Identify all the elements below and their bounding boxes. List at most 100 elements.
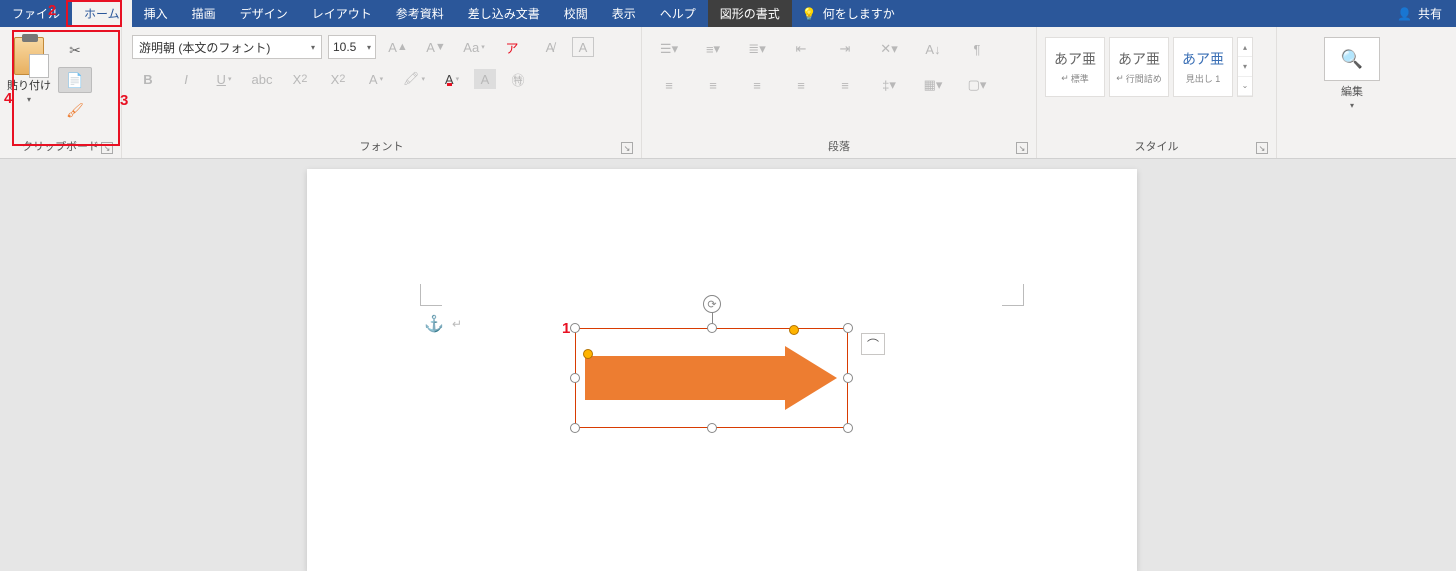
tab-review[interactable]: 校閲 bbox=[552, 0, 600, 27]
document-area: ⚓ ↵ ⟳ ⌒ bbox=[0, 159, 1456, 571]
tab-help[interactable]: ヘルプ bbox=[648, 0, 708, 27]
tab-draw[interactable]: 描画 bbox=[180, 0, 228, 27]
tell-me-search[interactable]: 💡 何をしますか bbox=[792, 0, 905, 27]
font-size-value: 10.5 bbox=[333, 40, 356, 54]
resize-handle-e[interactable] bbox=[843, 373, 853, 383]
resize-handle-n[interactable] bbox=[707, 323, 717, 333]
sort-button[interactable]: A↓ bbox=[916, 37, 950, 61]
subscript-button[interactable]: X2 bbox=[284, 67, 316, 91]
layout-options-icon: ⌒ bbox=[867, 336, 879, 353]
borders-button[interactable]: ▢▾ bbox=[960, 73, 994, 97]
tab-insert[interactable]: 挿入 bbox=[132, 0, 180, 27]
adjust-handle-2[interactable] bbox=[789, 325, 799, 335]
rotate-handle[interactable]: ⟳ bbox=[703, 295, 721, 313]
page[interactable]: ⚓ ↵ ⟳ ⌒ bbox=[307, 169, 1137, 571]
margin-corner-top-right bbox=[1002, 284, 1024, 306]
shading-button[interactable]: ▦▾ bbox=[916, 73, 950, 97]
bold-button[interactable]: B bbox=[132, 67, 164, 91]
copy-icon: 📄 bbox=[66, 72, 83, 89]
font-dialog-launcher[interactable]: ↘ bbox=[621, 142, 633, 154]
style-heading-1[interactable]: あア亜 見出し 1 bbox=[1173, 37, 1233, 97]
text-effects-button[interactable]: A▾ bbox=[360, 67, 392, 91]
clear-formatting-button[interactable]: A̸ bbox=[534, 35, 566, 59]
show-marks-button[interactable]: ¶ bbox=[960, 37, 994, 61]
search-icon: 🔍 bbox=[1341, 49, 1363, 70]
align-left-button[interactable]: ≡ bbox=[652, 73, 686, 97]
phonetic-guide-button[interactable]: ア bbox=[496, 35, 528, 59]
tab-home[interactable]: ホーム bbox=[72, 0, 132, 27]
decrease-indent-button[interactable]: ⇤ bbox=[784, 37, 818, 61]
tab-mailings[interactable]: 差し込み文書 bbox=[456, 0, 552, 27]
paste-button[interactable]: 貼り付け ▾ bbox=[6, 31, 52, 104]
group-label-font: フォント ↘ bbox=[128, 138, 635, 156]
clipboard-dialog-launcher[interactable]: ↘ bbox=[101, 142, 113, 154]
tab-references[interactable]: 参考資料 bbox=[384, 0, 456, 27]
multilevel-list-button[interactable]: ≣▾ bbox=[740, 37, 774, 61]
character-border-button[interactable]: ㊕ bbox=[502, 67, 534, 91]
adjust-handle-1[interactable] bbox=[583, 349, 593, 359]
styles-gallery-more[interactable]: ▴ ▾ ⌄ bbox=[1237, 37, 1253, 97]
align-center-button[interactable]: ≡ bbox=[696, 73, 730, 97]
enclose-characters-button[interactable]: A bbox=[572, 37, 594, 57]
line-spacing-button[interactable]: ‡▾ bbox=[872, 73, 906, 97]
shrink-font-button[interactable]: A▼ bbox=[420, 35, 452, 59]
styles-dialog-launcher[interactable]: ↘ bbox=[1256, 142, 1268, 154]
resize-handle-nw[interactable] bbox=[570, 323, 580, 333]
character-shading-button[interactable]: A bbox=[474, 69, 496, 89]
more-icon: ⌄ bbox=[1238, 77, 1252, 96]
group-label-styles: スタイル ↘ bbox=[1043, 138, 1270, 156]
group-styles: あア亜 ↵標準 あア亜 ↵行間詰め あア亜 見出し 1 ▴ ▾ ⌄ bbox=[1037, 27, 1277, 158]
grow-font-button[interactable]: A▲ bbox=[382, 35, 414, 59]
group-clipboard: 貼り付け ▾ ✂ 📄 🖌 クリップボード ↘ bbox=[0, 27, 122, 158]
tab-design[interactable]: デザイン bbox=[228, 0, 300, 27]
margin-corner-top-left bbox=[420, 284, 442, 306]
group-font: 游明朝 (本文のフォント) ▾ 10.5 ▾ A▲ A▼ Aa▾ ア A̸ A … bbox=[122, 27, 642, 158]
paragraph-mark: ↵ bbox=[452, 317, 462, 331]
font-color-button[interactable]: A▾ bbox=[436, 67, 468, 91]
layout-options-button[interactable]: ⌒ bbox=[861, 333, 885, 355]
increase-indent-button[interactable]: ⇥ bbox=[828, 37, 862, 61]
italic-button[interactable]: I bbox=[170, 67, 202, 91]
superscript-button[interactable]: X2 bbox=[322, 67, 354, 91]
chevron-down-icon: ▾ bbox=[367, 43, 371, 52]
align-right-button[interactable]: ≡ bbox=[740, 73, 774, 97]
numbering-button[interactable]: ≡▾ bbox=[696, 37, 730, 61]
arrow-shape[interactable] bbox=[585, 346, 838, 410]
distributed-button[interactable]: ≡ bbox=[828, 73, 862, 97]
bullets-button[interactable]: ☰▾ bbox=[652, 37, 686, 61]
share-button[interactable]: 👤 共有 bbox=[1383, 0, 1456, 27]
font-size-combo[interactable]: 10.5 ▾ bbox=[328, 35, 376, 59]
find-button[interactable]: 🔍 bbox=[1324, 37, 1380, 81]
strikethrough-button[interactable]: abc bbox=[246, 67, 278, 91]
tab-view[interactable]: 表示 bbox=[600, 0, 648, 27]
group-label-editing: 編集▾ bbox=[1341, 83, 1363, 111]
styles-gallery[interactable]: あア亜 ↵標準 あア亜 ↵行間詰め あア亜 見出し 1 ▴ ▾ ⌄ bbox=[1043, 31, 1255, 103]
group-editing: 🔍 編集▾ bbox=[1277, 27, 1427, 158]
arrow-body bbox=[585, 356, 785, 400]
underline-button[interactable]: U▾ bbox=[208, 67, 240, 91]
tab-shape-format[interactable]: 図形の書式 bbox=[708, 0, 792, 27]
asian-layout-button[interactable]: ✕▾ bbox=[872, 37, 906, 61]
menu-tabs-bar: ファイル ホーム 挿入 描画 デザイン レイアウト 参考資料 差し込み文書 校閲… bbox=[0, 0, 1456, 27]
resize-handle-ne[interactable] bbox=[843, 323, 853, 333]
font-name-value: 游明朝 (本文のフォント) bbox=[139, 39, 270, 56]
paintbrush-icon: 🖌 bbox=[66, 102, 84, 119]
paragraph-dialog-launcher[interactable]: ↘ bbox=[1016, 142, 1028, 154]
resize-handle-w[interactable] bbox=[570, 373, 580, 383]
style-normal[interactable]: あア亜 ↵標準 bbox=[1045, 37, 1105, 97]
resize-handle-s[interactable] bbox=[707, 423, 717, 433]
tab-file[interactable]: ファイル bbox=[0, 0, 72, 27]
tab-layout[interactable]: レイアウト bbox=[300, 0, 384, 27]
justify-button[interactable]: ≡ bbox=[784, 73, 818, 97]
format-painter-button[interactable]: 🖌 bbox=[58, 97, 92, 123]
arrow-head bbox=[785, 346, 837, 410]
resize-handle-sw[interactable] bbox=[570, 423, 580, 433]
highlight-button[interactable]: 🖍▾ bbox=[398, 67, 430, 91]
change-case-button[interactable]: Aa▾ bbox=[458, 35, 490, 59]
group-paragraph: ☰▾ ≡▾ ≣▾ ⇤ ⇥ ✕▾ A↓ ¶ ≡ ≡ ≡ ≡ ≡ ‡▾ ▦▾ ▢▾ … bbox=[642, 27, 1037, 158]
resize-handle-se[interactable] bbox=[843, 423, 853, 433]
copy-button[interactable]: 📄 bbox=[58, 67, 92, 93]
style-no-spacing[interactable]: あア亜 ↵行間詰め bbox=[1109, 37, 1169, 97]
font-name-combo[interactable]: 游明朝 (本文のフォント) ▾ bbox=[132, 35, 322, 59]
cut-button[interactable]: ✂ bbox=[58, 37, 92, 63]
